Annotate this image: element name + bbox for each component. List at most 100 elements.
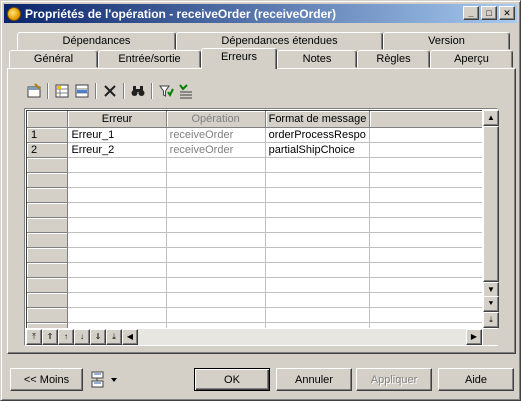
table-row-empty[interactable] [27, 307, 482, 323]
empty-cell[interactable] [67, 307, 167, 323]
tab-regles[interactable]: Règles [357, 50, 430, 68]
find-icon[interactable] [128, 81, 148, 101]
add-row-icon[interactable] [52, 81, 72, 101]
table-row[interactable]: 1 Erreur_1 receiveOrder orderProcessResp… [27, 127, 482, 143]
row-number[interactable] [27, 262, 69, 278]
row-number[interactable] [27, 172, 69, 188]
cell-operation[interactable]: receiveOrder [166, 142, 266, 158]
column-header-format-message[interactable]: Format de message [265, 111, 371, 128]
tab-notes[interactable]: Notes [277, 50, 357, 68]
empty-cell[interactable] [166, 292, 266, 308]
move-up-icon[interactable]: ↑ [58, 329, 74, 345]
row-number[interactable] [27, 157, 69, 173]
column-header-erreur[interactable]: Erreur [67, 111, 167, 128]
empty-cell[interactable] [166, 277, 266, 293]
tab-erreurs[interactable]: Erreurs [201, 48, 277, 69]
table-row-empty[interactable] [27, 232, 482, 248]
empty-cell[interactable] [67, 172, 167, 188]
cell-erreur[interactable]: Erreur_2 [67, 142, 167, 158]
empty-cell[interactable] [67, 187, 167, 203]
table-row-empty[interactable] [27, 247, 482, 263]
ok-button[interactable]: OK [194, 368, 270, 391]
delete-icon[interactable] [100, 81, 120, 101]
empty-cell[interactable] [166, 247, 266, 263]
empty-cell[interactable] [265, 232, 371, 248]
tab-apercu[interactable]: Aperçu [430, 50, 513, 68]
cell-format-message[interactable]: orderProcessRespo [265, 127, 371, 143]
empty-cell[interactable] [67, 247, 167, 263]
table-row-empty[interactable] [27, 172, 482, 188]
row-number[interactable] [27, 247, 69, 263]
empty-cell[interactable] [166, 187, 266, 203]
empty-cell[interactable] [265, 217, 371, 233]
row-number[interactable]: 2 [27, 142, 69, 158]
tab-dependances[interactable]: Dépendances [17, 32, 176, 50]
table-row-empty[interactable] [27, 202, 482, 218]
empty-cell[interactable] [67, 202, 167, 218]
row-number[interactable] [27, 187, 69, 203]
empty-cell[interactable] [67, 322, 167, 328]
customize-columns-icon[interactable] [176, 81, 196, 101]
move-bottom-icon[interactable]: ⤓ [106, 329, 122, 345]
table-row[interactable]: 2 Erreur_2 receiveOrder partialShipChoic… [27, 142, 482, 158]
table-row-empty[interactable] [27, 262, 482, 278]
empty-cell[interactable] [67, 262, 167, 278]
filter-icon[interactable] [156, 81, 176, 101]
empty-cell[interactable] [265, 157, 371, 173]
scroll-last-icon[interactable]: ⤓ [483, 312, 499, 328]
cancel-button[interactable]: Annuler [276, 368, 352, 391]
maximize-button[interactable]: □ [481, 6, 497, 20]
row-number[interactable] [27, 202, 69, 218]
column-header-operation[interactable]: Opération [166, 111, 266, 128]
tab-entree-sortie[interactable]: Entrée/sortie [98, 50, 201, 68]
model-menu-button[interactable] [89, 369, 123, 391]
empty-cell[interactable] [166, 202, 266, 218]
less-button[interactable]: << Moins [10, 368, 83, 391]
grid-corner[interactable] [27, 111, 69, 128]
empty-cell[interactable] [166, 157, 266, 173]
row-number[interactable] [27, 307, 69, 323]
table-row-empty[interactable] [27, 157, 482, 173]
move-down-page-icon[interactable]: ⇓ [90, 329, 106, 345]
empty-cell[interactable] [67, 277, 167, 293]
empty-cell[interactable] [265, 172, 371, 188]
row-number[interactable] [27, 232, 69, 248]
table-row-empty[interactable] [27, 187, 482, 203]
table-row-empty[interactable] [27, 217, 482, 233]
row-number[interactable] [27, 217, 69, 233]
insert-row-icon[interactable] [72, 81, 92, 101]
empty-cell[interactable] [265, 292, 371, 308]
vertical-scrollbar[interactable]: ▲ ▼ ⯆ ⤓ [483, 110, 499, 328]
cell-format-message[interactable]: partialShipChoice [265, 142, 371, 158]
empty-cell[interactable] [265, 187, 371, 203]
cell-operation[interactable]: receiveOrder [166, 127, 266, 143]
empty-cell[interactable] [166, 172, 266, 188]
tab-general[interactable]: Général [9, 50, 98, 68]
empty-cell[interactable] [166, 262, 266, 278]
empty-cell[interactable] [166, 232, 266, 248]
move-up-page-icon[interactable]: ⇑ [42, 329, 58, 345]
empty-cell[interactable] [166, 307, 266, 323]
empty-cell[interactable] [67, 157, 167, 173]
table-row-empty[interactable] [27, 292, 482, 308]
help-button[interactable]: Aide [438, 368, 514, 391]
row-number[interactable] [27, 277, 69, 293]
row-number[interactable] [27, 292, 69, 308]
row-number[interactable] [27, 322, 69, 328]
empty-cell[interactable] [67, 232, 167, 248]
move-top-icon[interactable]: ⤒ [26, 329, 42, 345]
row-number[interactable]: 1 [27, 127, 69, 143]
properties-icon[interactable] [24, 81, 44, 101]
table-row-empty[interactable] [27, 322, 482, 328]
close-button[interactable]: ✕ [499, 6, 515, 20]
title-bar[interactable]: Propriétés de l'opération - receiveOrder… [4, 4, 517, 23]
apply-button[interactable]: Appliquer [356, 368, 432, 391]
scroll-left-icon[interactable]: ◀ [122, 329, 138, 345]
table-row-empty[interactable] [27, 277, 482, 293]
empty-cell[interactable] [265, 277, 371, 293]
empty-cell[interactable] [67, 292, 167, 308]
empty-cell[interactable] [166, 217, 266, 233]
scroll-right-icon[interactable]: ▶ [466, 329, 482, 345]
empty-cell[interactable] [265, 202, 371, 218]
empty-cell[interactable] [265, 247, 371, 263]
